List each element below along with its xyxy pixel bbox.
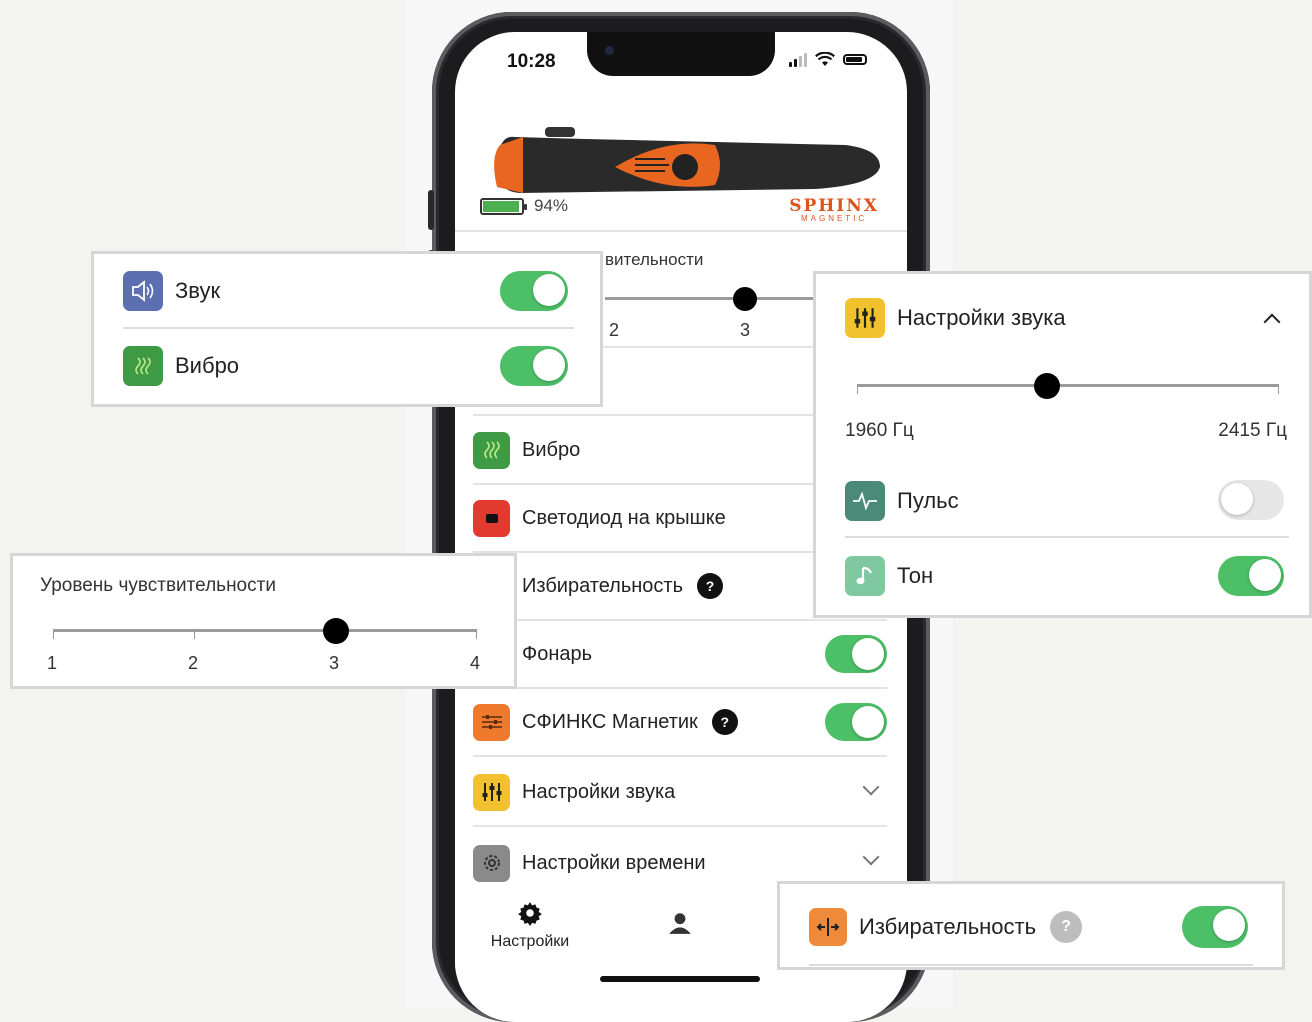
pulse-icon	[845, 481, 885, 521]
row-label: Вибро	[522, 438, 581, 461]
selectivity-toggle[interactable]	[1182, 906, 1248, 948]
music-note-icon	[845, 556, 885, 596]
status-icons	[789, 52, 867, 67]
row-selectivity-card[interactable]: Избирательность ?	[809, 908, 1083, 946]
camera-icon	[605, 46, 614, 55]
battery-indicator: 94%	[480, 196, 568, 216]
sound-toggle[interactable]	[500, 271, 568, 311]
tick	[476, 629, 477, 639]
tick-label: 1	[47, 653, 58, 673]
row-flashlight[interactable]: Фонарь	[473, 621, 887, 689]
speaker-icon	[123, 271, 163, 311]
chevron-down-icon[interactable]	[862, 778, 880, 796]
selectivity-label: Избирательность	[859, 914, 1037, 939]
card-sensitivity: Уровень чувствительности 1 2 3 4	[10, 553, 517, 689]
flashlight-toggle[interactable]	[825, 635, 887, 673]
tab-settings-label: Настройки	[490, 933, 570, 950]
tick-label: 3	[329, 653, 340, 673]
row-sound[interactable]: Звук	[123, 271, 220, 311]
gear-icon	[518, 902, 542, 926]
help-icon[interactable]: ?	[711, 709, 738, 735]
tick-label: 3	[740, 320, 751, 340]
tick-label: 2	[188, 653, 199, 673]
divider	[845, 536, 1289, 538]
tick	[857, 384, 858, 394]
frequency-track[interactable]	[857, 384, 1279, 387]
divider	[809, 964, 1253, 966]
divider	[123, 327, 574, 329]
tick	[53, 629, 54, 639]
row-sphinx-magnetic[interactable]: СФИНКС Магнетик ?	[473, 689, 887, 757]
pinpointer-image	[494, 127, 880, 193]
card-selectivity: Избирательность ?	[777, 881, 1285, 970]
sound-settings-title: Настройки звука	[897, 305, 1066, 330]
help-icon[interactable]: ?	[697, 573, 723, 599]
row-sound-settings[interactable]: Настройки звука	[473, 759, 887, 827]
sensitivity-track[interactable]	[53, 629, 477, 632]
row-vibro-card[interactable]: Вибро	[123, 346, 239, 386]
sensitivity-title: Уровень чувствительности	[40, 575, 276, 596]
vibro-label: Вибро	[175, 353, 240, 378]
sliders-icon	[473, 703, 510, 741]
battery-icon	[480, 197, 527, 215]
signal-icon	[789, 52, 807, 67]
tick-label: 2	[609, 320, 620, 340]
pulse-label: Пульс	[897, 488, 959, 513]
chevron-down-icon[interactable]	[862, 848, 880, 866]
equalizer-icon	[473, 773, 510, 811]
pulse-toggle[interactable]	[1218, 480, 1284, 520]
vibration-icon	[123, 346, 163, 386]
selectivity-arrows-icon	[809, 908, 847, 946]
tick-label: 4	[470, 653, 481, 673]
gear-icon	[473, 844, 510, 882]
vibro-toggle[interactable]	[500, 346, 568, 386]
sensitivity-knob-partial[interactable]	[733, 287, 757, 311]
side-button	[428, 190, 434, 230]
row-pulse[interactable]: Пульс	[845, 481, 959, 521]
brand-logo: SPHINX MAGNETIC	[789, 196, 879, 223]
row-label: Светодиод на крышке	[522, 506, 726, 529]
row-label: Фонарь	[522, 642, 593, 665]
led-icon	[473, 499, 510, 537]
sphinx-magnetic-toggle[interactable]	[825, 703, 887, 741]
home-indicator	[600, 976, 760, 982]
notch	[587, 32, 775, 76]
vibration-icon	[473, 431, 510, 469]
help-icon[interactable]: ?	[1050, 911, 1083, 943]
sound-settings-header[interactable]: Настройки звука	[845, 298, 1066, 338]
tick	[194, 629, 195, 639]
row-tone[interactable]: Тон	[845, 556, 933, 596]
wifi-icon	[815, 52, 835, 66]
status-time: 10:28	[507, 51, 556, 72]
divider	[455, 230, 907, 232]
tone-toggle[interactable]	[1218, 556, 1284, 596]
battery-status-icon	[843, 54, 867, 65]
battery-percent: 94%	[534, 196, 569, 215]
freq-max-label: 2415 Гц	[1218, 420, 1287, 441]
row-label: Настройки времени	[522, 851, 706, 874]
tab-settings[interactable]: Настройки	[485, 900, 575, 951]
tab-profile[interactable]	[667, 910, 693, 941]
card-sound-settings: Настройки звука 1960 Гц 2415 Гц Пульс То…	[813, 271, 1312, 618]
sensitivity-track-partial[interactable]	[605, 297, 815, 300]
sensitivity-title-partial: вительности	[605, 250, 704, 269]
tone-label: Тон	[897, 563, 934, 588]
sound-label: Звук	[175, 278, 221, 303]
frequency-knob[interactable]	[1033, 373, 1060, 399]
person-icon	[669, 913, 691, 934]
equalizer-icon	[845, 298, 885, 338]
card-sound-vibro: Звук Вибро	[91, 251, 603, 407]
chevron-up-icon[interactable]	[1263, 313, 1281, 331]
row-label: Настройки звука	[522, 780, 676, 803]
sensitivity-knob[interactable]	[323, 618, 349, 644]
row-label: Избирательность	[522, 574, 683, 597]
row-label: СФИНКС Магнетик	[522, 710, 698, 733]
freq-min-label: 1960 Гц	[845, 420, 914, 441]
tick	[1278, 384, 1279, 394]
